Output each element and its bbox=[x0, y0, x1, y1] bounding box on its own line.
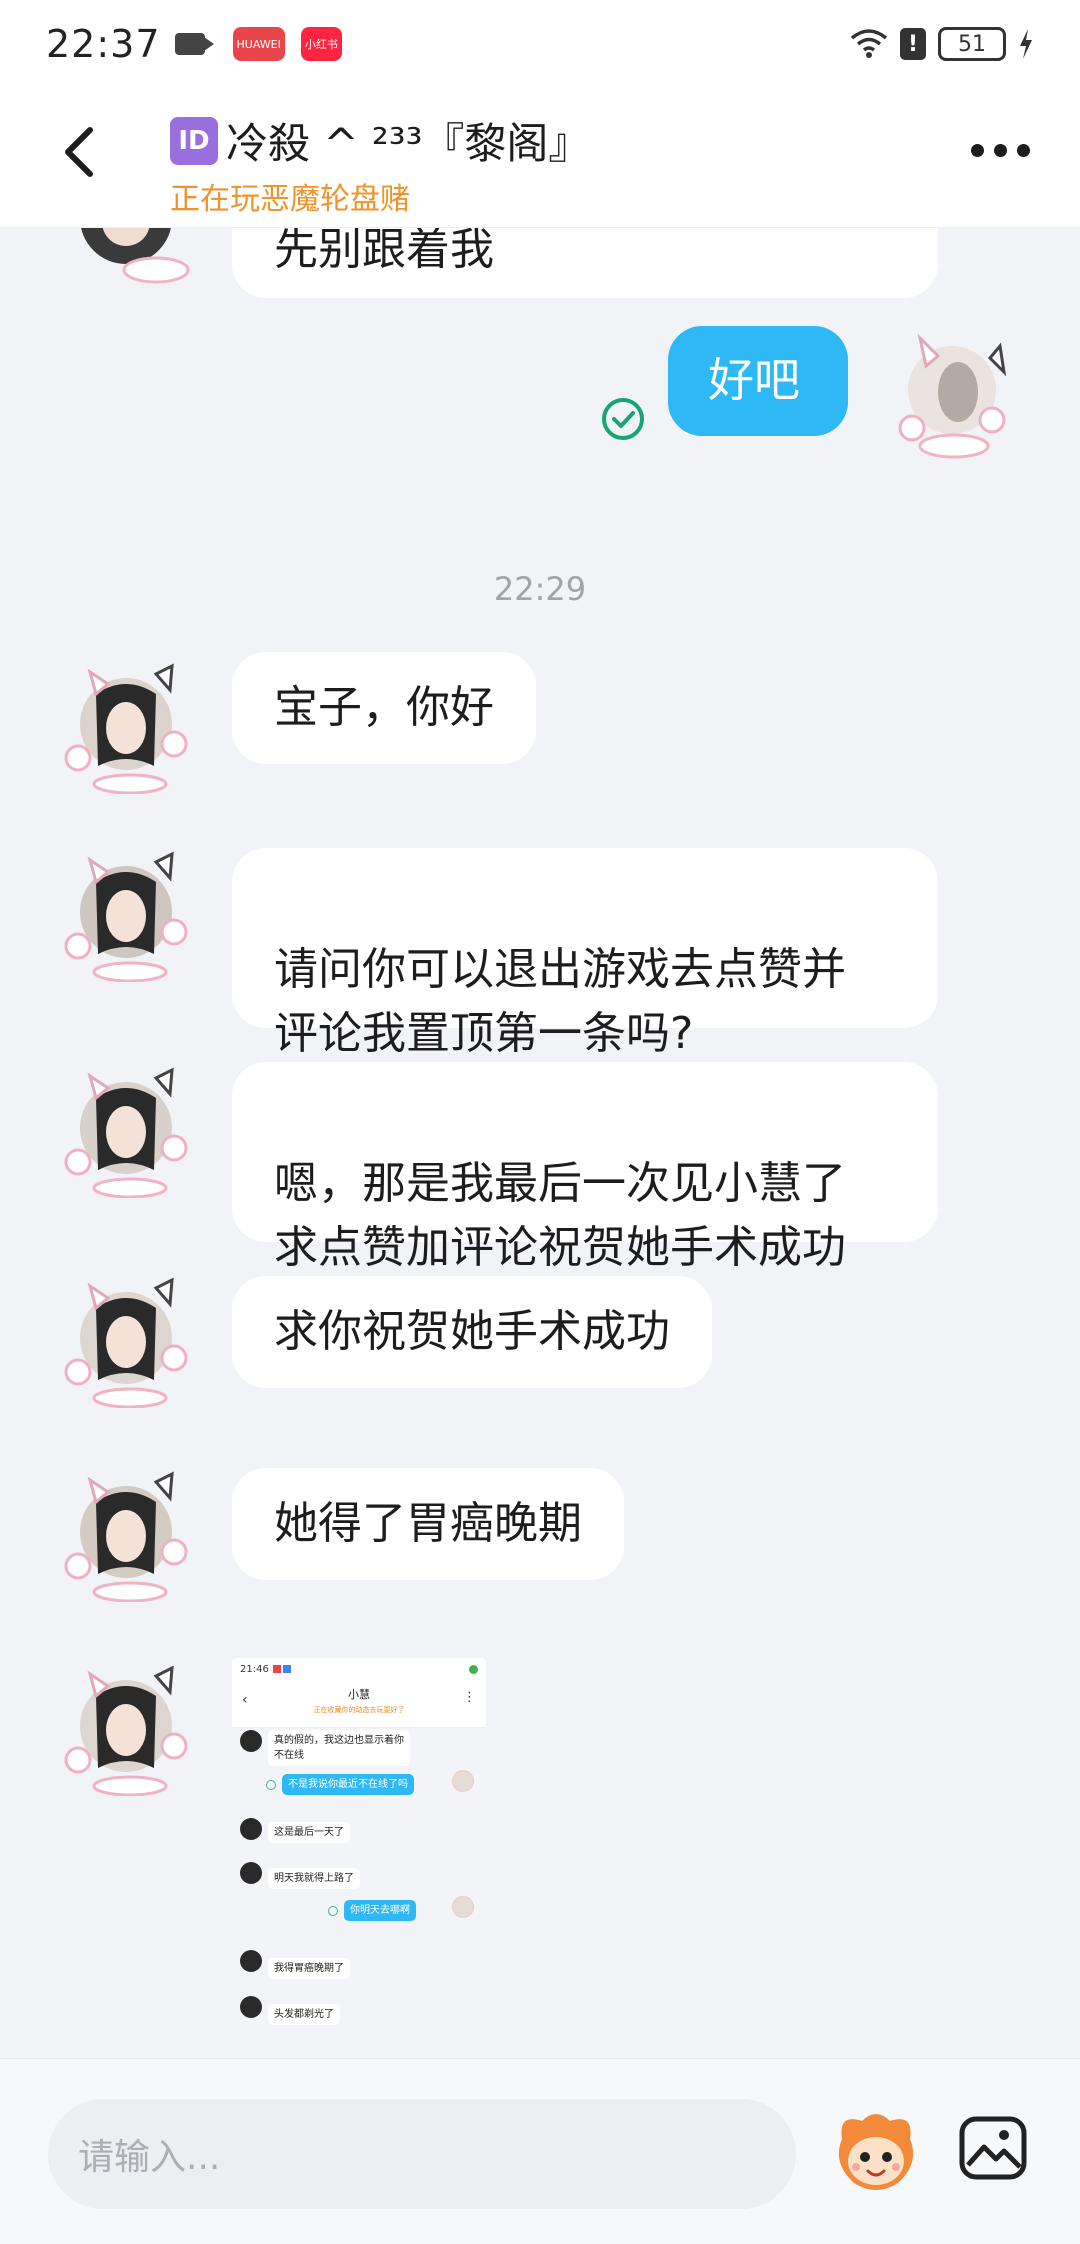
contact-avatar[interactable] bbox=[56, 842, 196, 982]
back-icon[interactable] bbox=[56, 122, 106, 182]
input-bar: 请输入... bbox=[0, 2058, 1080, 2244]
contact-avatar[interactable] bbox=[56, 1462, 196, 1602]
screenshot-message: 明天我就得上路了 bbox=[268, 1868, 360, 1889]
contact-avatar[interactable] bbox=[56, 228, 196, 288]
screenshot-avatar bbox=[240, 1950, 262, 1972]
screenshot-message: 你明天去哪啊 bbox=[344, 1900, 416, 1921]
alert-icon: ! bbox=[900, 28, 926, 60]
message-text: 她得了胃癌晚期 bbox=[274, 1498, 582, 1549]
battery-indicator: 51 bbox=[938, 27, 1006, 61]
message-bubble[interactable]: 宝子，你好 bbox=[232, 652, 536, 764]
contact-avatar[interactable] bbox=[56, 1656, 196, 1796]
message-text: 求你祝贺她手术成功 bbox=[274, 1306, 670, 1357]
message-bubble[interactable]: 请问你可以退出游戏去点赞并 评论我置顶第一条吗? bbox=[232, 848, 938, 1059]
screenshot-check-icon bbox=[266, 1780, 276, 1790]
screenshot-app-icon bbox=[282, 1665, 291, 1673]
message-text: 先别跟着我 bbox=[274, 228, 494, 275]
message-timestamp: 22:29 bbox=[493, 570, 587, 608]
screenshot-avatar bbox=[240, 1818, 262, 1840]
chat-header: ID 冷殺 ^ ²³³『黎阁』 正在玩恶魔轮盘赌 bbox=[0, 88, 1080, 228]
message-text: 嗯，那是我最后一次见小慧了 求点赞加评论祝贺她手术成功 bbox=[274, 1158, 846, 1273]
screenshot-avatar bbox=[240, 1862, 262, 1884]
charging-icon bbox=[1020, 29, 1032, 59]
screenshot-check-icon bbox=[328, 1906, 338, 1916]
screenshot-more-icon: ⋮ bbox=[463, 1690, 476, 1705]
chat-area[interactable]: 先别跟着我 好吧 22:29 宝子，你好 请问你可以退出游戏去点赞并 评论我置顶… bbox=[0, 228, 1080, 2058]
my-avatar[interactable] bbox=[882, 324, 1022, 464]
screenshot-avatar bbox=[452, 1770, 474, 1792]
screenshot-message: 我得胃癌晚期了 bbox=[268, 1958, 350, 1979]
mascot-icon[interactable] bbox=[828, 2103, 924, 2199]
screenshot-contact-name: 小慧 bbox=[348, 1688, 370, 1701]
contact-name: 冷殺 ^ ²³³『黎阁』 bbox=[226, 119, 591, 168]
contact-status: 正在玩恶魔轮盘赌 bbox=[170, 182, 410, 217]
contact-avatar[interactable] bbox=[56, 1058, 196, 1198]
id-badge-icon: ID bbox=[170, 116, 218, 165]
message-bubble[interactable]: 嗯，那是我最后一次见小慧了 求点赞加评论祝贺她手术成功 bbox=[232, 1062, 938, 1273]
screenshot-message: 不是我说你最近不在线了吗 bbox=[282, 1774, 414, 1795]
message-text: 请问你可以退出游戏去点赞并 评论我置顶第一条吗? bbox=[274, 944, 846, 1059]
image-message[interactable]: 21:46 ‹ 小慧 正在收藏你的动态去玩耍好了 ⋮ 真的假的，我这边也显示着你… bbox=[232, 1658, 486, 2058]
check-circle-icon bbox=[602, 398, 644, 440]
image-icon[interactable] bbox=[958, 2113, 1028, 2183]
screenshot-message: 这是最后一天了 bbox=[268, 1822, 350, 1843]
screenshot-back-icon: ‹ bbox=[242, 1692, 248, 1708]
screenshot-contact-status: 正在收藏你的动态去玩耍好了 bbox=[313, 1706, 405, 1714]
wifi-icon bbox=[850, 29, 888, 58]
contact-avatar[interactable] bbox=[56, 1268, 196, 1408]
message-bubble[interactable]: 她得了胃癌晚期 bbox=[232, 1468, 624, 1580]
huawei-app-icon: HUAWEI bbox=[232, 27, 285, 61]
screenshot-avatar bbox=[240, 1996, 262, 2018]
video-camera-icon bbox=[174, 33, 214, 55]
more-icon[interactable] bbox=[971, 144, 1030, 157]
xiaohongshu-app-icon: 小红书 bbox=[300, 27, 342, 61]
message-text: 好吧 bbox=[708, 353, 800, 407]
screenshot-alert-icon bbox=[469, 1664, 478, 1674]
message-bubble[interactable]: 求你祝贺她手术成功 bbox=[232, 1276, 712, 1388]
screenshot-avatar bbox=[452, 1896, 474, 1918]
status-time: 22:37 bbox=[46, 22, 161, 66]
status-bar: 22:37 HUAWEI 小红书 ! 51 bbox=[0, 0, 1080, 88]
screenshot-message: 真的假的，我这边也显示着你 不在线 bbox=[268, 1730, 410, 1766]
message-input[interactable]: 请输入... bbox=[48, 2099, 796, 2209]
contact-title[interactable]: ID 冷殺 ^ ²³³『黎阁』 bbox=[170, 110, 590, 171]
screenshot-time: 21:46 bbox=[240, 1663, 269, 1675]
screenshot-app-icon bbox=[272, 1665, 281, 1673]
screenshot-avatar bbox=[240, 1730, 262, 1752]
screenshot-message: 头发都剃光了 bbox=[268, 2004, 340, 2025]
my-message-bubble[interactable]: 好吧 bbox=[668, 326, 848, 436]
message-text: 宝子，你好 bbox=[274, 682, 494, 733]
contact-avatar[interactable] bbox=[56, 654, 196, 794]
message-bubble[interactable]: 先别跟着我 bbox=[232, 228, 938, 298]
